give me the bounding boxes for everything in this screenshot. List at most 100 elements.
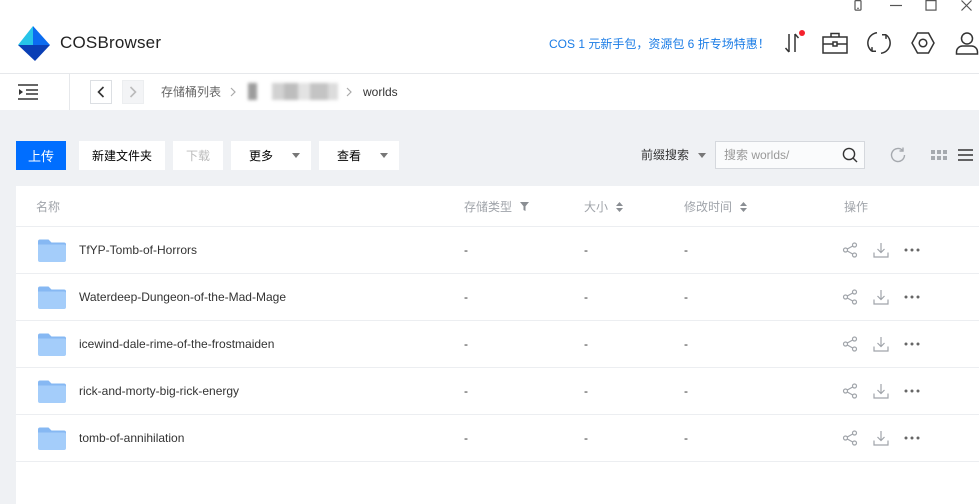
modified-cell: - — [684, 290, 688, 304]
folder-icon[interactable] — [38, 239, 66, 262]
column-header-size[interactable]: 大小 — [584, 186, 624, 227]
search-icon[interactable] — [842, 147, 858, 163]
breadcrumb-root[interactable]: 存储桶列表 — [161, 84, 221, 100]
storage-class-cell: - — [464, 243, 468, 257]
column-header-actions: 操作 — [844, 186, 868, 227]
more-dropdown[interactable]: 更多 — [231, 141, 311, 170]
chevron-left-icon — [97, 86, 105, 98]
download-icon[interactable] — [873, 289, 889, 305]
folder-icon[interactable] — [38, 333, 66, 356]
breadcrumb-current: worlds — [363, 85, 398, 99]
share-icon[interactable] — [842, 336, 858, 352]
refresh-icon[interactable] — [889, 146, 907, 164]
table-header: 名称 存储类型 大小 修改时间 操作 — [16, 186, 979, 227]
modified-cell: - — [684, 337, 688, 351]
transfer-list-icon[interactable] — [780, 30, 805, 55]
caret-down-icon — [698, 153, 706, 158]
search-box[interactable] — [715, 141, 865, 169]
minimize-icon[interactable] — [889, 0, 903, 11]
search-mode-select[interactable]: 前缀搜索 — [641, 141, 711, 170]
size-cell: - — [584, 384, 588, 398]
toolbox-icon[interactable] — [822, 31, 848, 55]
folder-icon[interactable] — [38, 427, 66, 450]
user-icon[interactable] — [955, 31, 979, 55]
column-label: 修改时间 — [684, 200, 733, 214]
view-dropdown-label: 查看 — [337, 149, 362, 163]
sort-icon[interactable] — [616, 201, 624, 212]
promo-link[interactable]: COS 1 元新手包，资源包 6 折专场特惠！ — [549, 36, 770, 52]
header-divider — [0, 73, 979, 74]
breadcrumb-separator-icon — [230, 87, 236, 97]
more-icon[interactable] — [904, 430, 920, 446]
column-header-modified[interactable]: 修改时间 — [684, 186, 748, 227]
column-label: 存储类型 — [464, 200, 513, 214]
forward-button[interactable] — [122, 80, 144, 104]
search-input[interactable] — [724, 142, 842, 168]
list-view-icon[interactable] — [958, 149, 973, 161]
view-dropdown[interactable]: 查看 — [319, 141, 399, 170]
size-cell: - — [584, 243, 588, 257]
file-name-link[interactable]: rick-and-morty-big-rick-energy — [79, 368, 239, 415]
storage-class-cell: - — [464, 290, 468, 304]
share-icon[interactable] — [842, 383, 858, 399]
size-cell: - — [584, 337, 588, 351]
storage-class-cell: - — [464, 431, 468, 445]
more-dropdown-label: 更多 — [249, 149, 274, 163]
notification-dot — [799, 30, 805, 36]
download-icon[interactable] — [873, 430, 889, 446]
sidebar-toggle-icon[interactable] — [18, 84, 38, 100]
download-button[interactable]: 下载 — [173, 141, 223, 170]
download-icon[interactable] — [873, 383, 889, 399]
back-button[interactable] — [90, 80, 112, 104]
table-row[interactable]: icewind-dale-rime-of-the-frostmaiden - -… — [16, 321, 979, 368]
storage-class-cell: - — [464, 384, 468, 398]
grid-view-icon[interactable] — [931, 150, 947, 160]
more-icon[interactable] — [904, 336, 920, 352]
table-row[interactable]: Waterdeep-Dungeon-of-the-Mad-Mage - - - — [16, 274, 979, 321]
modified-cell: - — [684, 384, 688, 398]
table-row[interactable]: tomb-of-annihilation - - - — [16, 415, 979, 462]
app-logo — [16, 25, 52, 62]
new-folder-button[interactable]: 新建文件夹 — [79, 141, 165, 170]
more-icon[interactable] — [904, 289, 920, 305]
size-cell: - — [584, 431, 588, 445]
search-mode-label: 前缀搜索 — [641, 148, 690, 162]
phone-icon[interactable] — [853, 0, 863, 11]
share-icon[interactable] — [842, 289, 858, 305]
file-name-link[interactable]: TfYP-Tomb-of-Horrors — [79, 227, 197, 274]
sidebar-divider — [69, 74, 70, 110]
caret-down-icon — [292, 153, 300, 158]
app-title: COSBrowser — [60, 33, 162, 52]
maximize-icon[interactable] — [925, 0, 937, 11]
folder-icon[interactable] — [38, 380, 66, 403]
file-name-link[interactable]: Waterdeep-Dungeon-of-the-Mad-Mage — [79, 274, 286, 321]
sync-icon[interactable] — [867, 31, 891, 55]
breadcrumb-separator-icon — [346, 87, 352, 97]
column-header-name: 名称 — [36, 186, 60, 227]
folder-icon[interactable] — [38, 286, 66, 309]
share-icon[interactable] — [842, 242, 858, 258]
file-name-link[interactable]: tomb-of-annihilation — [79, 415, 184, 462]
column-header-storage-class: 存储类型 — [464, 186, 530, 227]
settings-icon[interactable] — [911, 31, 935, 55]
file-name-link[interactable]: icewind-dale-rime-of-the-frostmaiden — [79, 321, 274, 368]
modified-cell: - — [684, 243, 688, 257]
modified-cell: - — [684, 431, 688, 445]
chevron-right-icon — [129, 86, 137, 98]
sort-icon[interactable] — [740, 201, 748, 212]
storage-class-cell: - — [464, 337, 468, 351]
download-icon[interactable] — [873, 242, 889, 258]
download-icon[interactable] — [873, 336, 889, 352]
filter-icon[interactable] — [520, 202, 530, 211]
file-table: 名称 存储类型 大小 修改时间 操作 TfYP-Tomb-of-Horrors … — [16, 186, 979, 504]
size-cell: - — [584, 290, 588, 304]
table-row[interactable]: rick-and-morty-big-rick-energy - - - — [16, 368, 979, 415]
share-icon[interactable] — [842, 430, 858, 446]
upload-button[interactable]: 上传 — [16, 141, 66, 170]
table-row[interactable]: TfYP-Tomb-of-Horrors - - - — [16, 227, 979, 274]
breadcrumb-bucket-redacted[interactable] — [248, 83, 338, 100]
more-icon[interactable] — [904, 383, 920, 399]
column-label: 操作 — [844, 200, 869, 214]
close-icon[interactable] — [960, 0, 973, 11]
more-icon[interactable] — [904, 242, 920, 258]
